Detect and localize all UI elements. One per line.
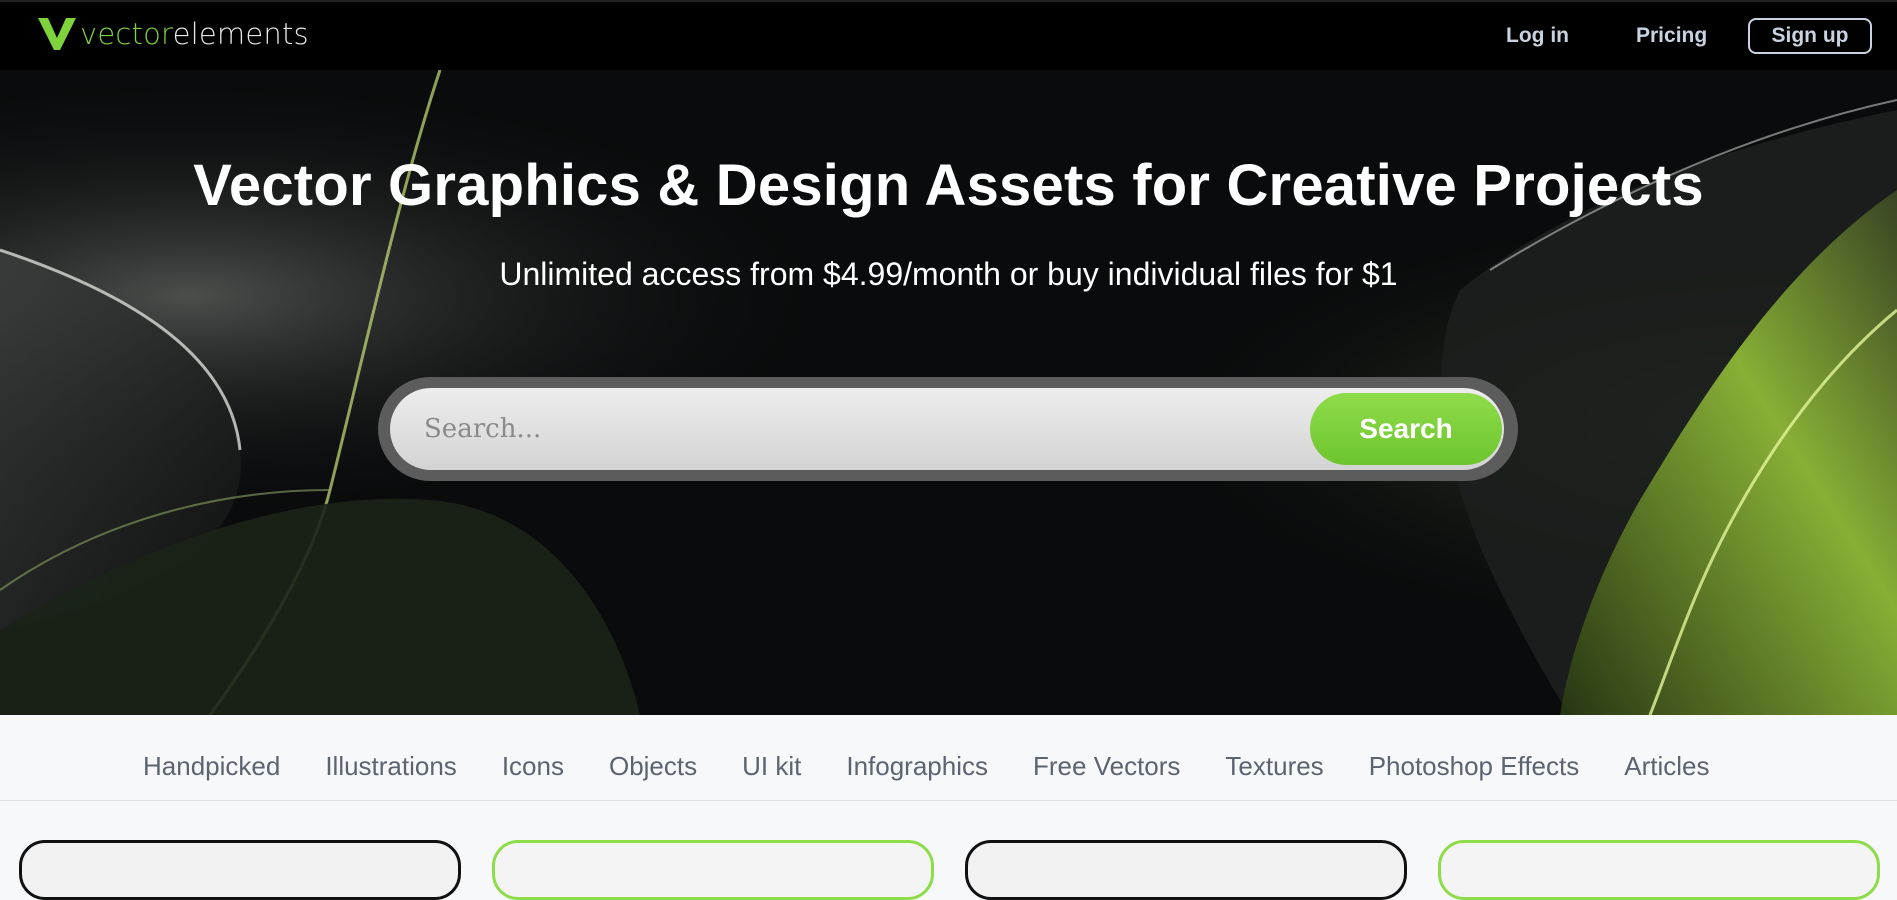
search-bar: Search [378, 377, 1518, 481]
signup-button[interactable]: Sign up [1748, 18, 1872, 54]
category-icons[interactable]: Icons [502, 751, 564, 782]
card-2[interactable] [492, 840, 934, 900]
hero-section: Vector Graphics & Design Assets for Crea… [0, 70, 1897, 715]
category-infographics[interactable]: Infographics [846, 751, 988, 782]
top-nav: vectorelements Log in Pricing Sign up [0, 0, 1897, 70]
category-articles[interactable]: Articles [1624, 751, 1709, 782]
category-free-vectors[interactable]: Free Vectors [1033, 751, 1180, 782]
search-button[interactable]: Search [1310, 393, 1502, 465]
category-handpicked[interactable]: Handpicked [143, 751, 280, 782]
hero-title: Vector Graphics & Design Assets for Crea… [193, 153, 1704, 218]
login-link[interactable]: Log in [1506, 24, 1569, 48]
logo-v-icon [38, 18, 76, 50]
category-illustrations[interactable]: Illustrations [325, 751, 457, 782]
category-objects[interactable]: Objects [609, 751, 697, 782]
card-4[interactable] [1438, 840, 1880, 900]
logo-text: vectorelements [80, 17, 309, 51]
pricing-link[interactable]: Pricing [1636, 24, 1707, 48]
site-logo[interactable]: vectorelements [36, 14, 309, 54]
category-bar: Handpicked Illustrations Icons Objects U… [0, 715, 1897, 801]
category-ui-kit[interactable]: UI kit [742, 751, 801, 782]
card-1[interactable] [19, 840, 461, 900]
hero-subtitle: Unlimited access from $4.99/month or buy… [499, 256, 1398, 292]
category-textures[interactable]: Textures [1225, 751, 1323, 782]
category-list: Handpicked Illustrations Icons Objects U… [143, 751, 1755, 782]
category-photoshop-effects[interactable]: Photoshop Effects [1369, 751, 1580, 782]
card-3[interactable] [965, 840, 1407, 900]
